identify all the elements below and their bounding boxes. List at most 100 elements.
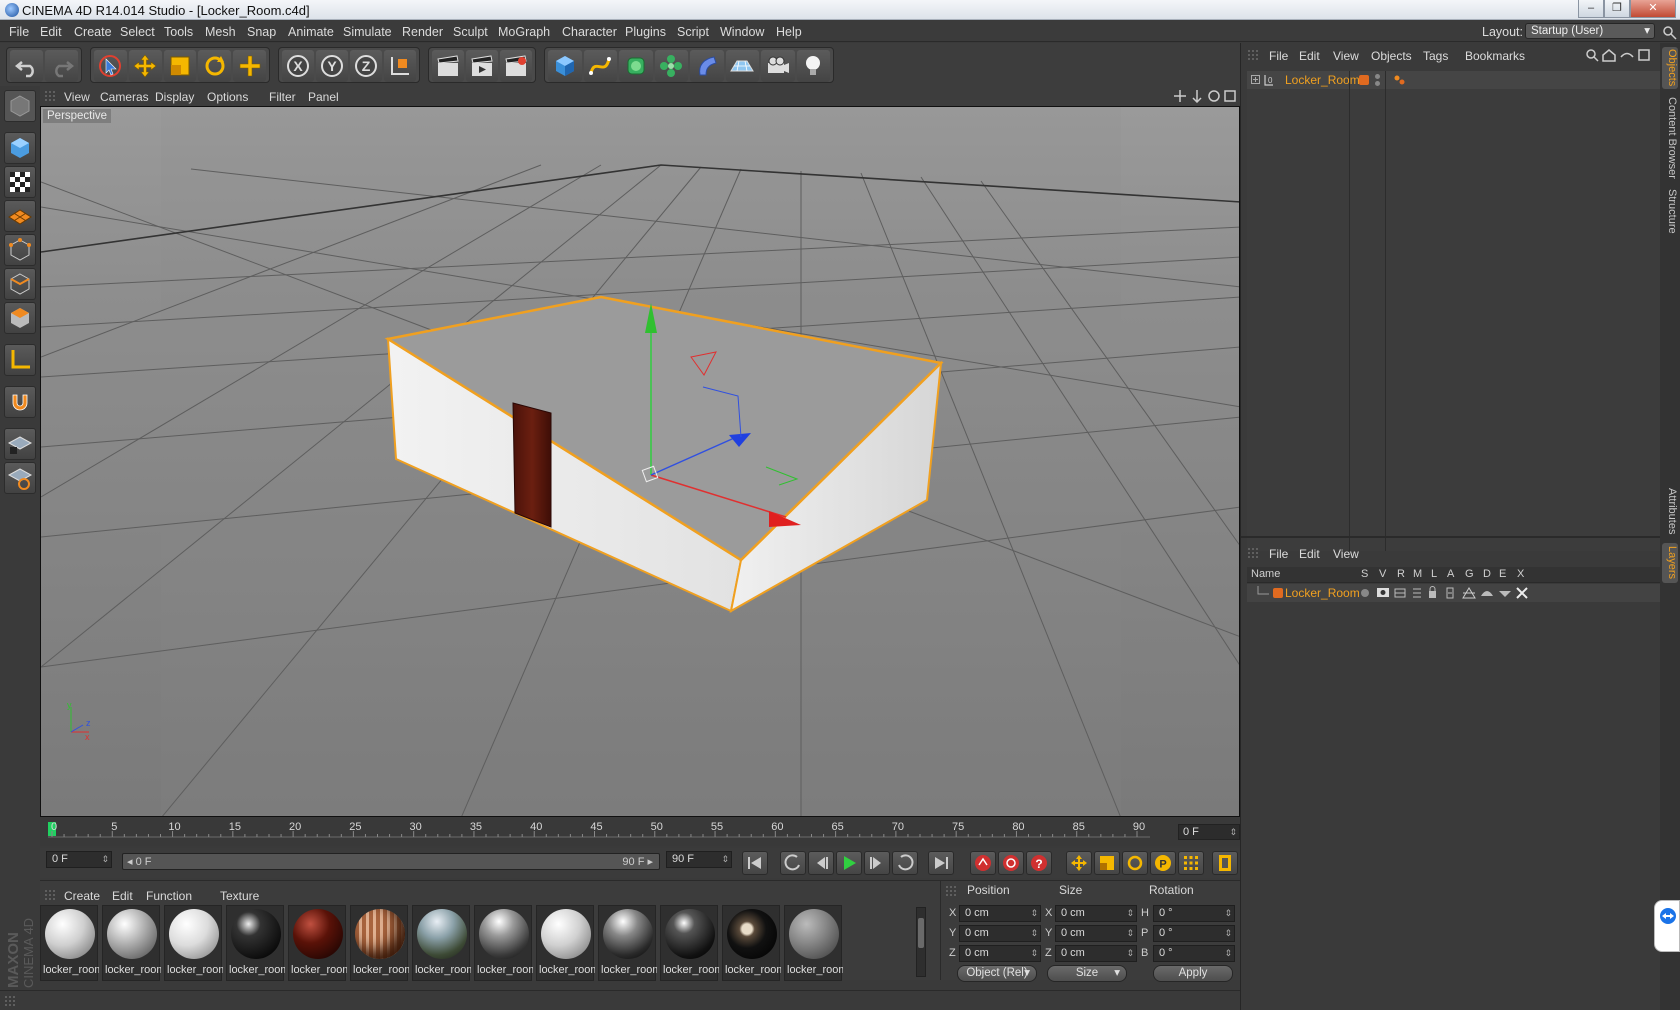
objects-menu-tags[interactable]: Tags <box>1423 49 1448 63</box>
frame-range-slider[interactable]: ◂ 0 F 90 F ▸ <box>122 853 660 870</box>
keyframe-selection-button[interactable]: ? <box>1026 851 1052 875</box>
col-view[interactable]: V <box>1379 568 1386 580</box>
layers-menu-edit[interactable]: Edit <box>1299 547 1320 561</box>
material-panel-grip[interactable] <box>44 889 56 901</box>
material-swatch[interactable]: locker_room <box>598 905 657 981</box>
col-deformers[interactable]: D <box>1483 568 1491 580</box>
material-swatch[interactable]: locker_room <box>226 905 285 981</box>
key-rotation-button[interactable] <box>1122 851 1148 875</box>
size-mode-select[interactable]: Size <box>1047 965 1127 982</box>
layer-name[interactable]: Locker_Room <box>1285 586 1360 600</box>
menu-plugins[interactable]: Plugins <box>625 25 666 39</box>
end-frame-field[interactable]: 90 F <box>666 851 732 868</box>
tab-content-browser[interactable]: Content Browser <box>1662 95 1678 181</box>
key-pla-button[interactable] <box>1178 851 1204 875</box>
start-frame-field[interactable]: 0 F <box>46 851 112 868</box>
render-visibility-dot[interactable] <box>1375 81 1380 86</box>
viewport-menu-cameras[interactable]: Cameras <box>100 90 149 104</box>
coordinate-system-button[interactable] <box>384 50 416 82</box>
tab-objects[interactable]: Objects <box>1662 47 1678 89</box>
undo-button[interactable] <box>10 50 43 82</box>
tab-structure[interactable]: Structure <box>1662 187 1678 235</box>
workplane-rotate-button[interactable] <box>4 462 36 494</box>
redo-button[interactable] <box>45 50 78 82</box>
material-swatch[interactable]: locker_room <box>784 905 843 981</box>
render-settings-button[interactable] <box>500 50 532 82</box>
layers-menu-view[interactable]: View <box>1333 547 1359 561</box>
col-expressions[interactable]: E <box>1499 568 1506 580</box>
polygons-mode-button[interactable] <box>4 302 36 334</box>
next-key-button[interactable] <box>892 851 918 875</box>
viewport-menu-options[interactable]: Options <box>207 90 248 104</box>
material-swatch[interactable]: locker_room <box>164 905 223 981</box>
live-selection-button[interactable] <box>94 50 127 82</box>
col-manager[interactable]: M <box>1413 568 1422 580</box>
material-swatch[interactable]: locker_room <box>722 905 781 981</box>
object-list[interactable]: 0 Locker_Room <box>1247 71 1661 551</box>
viewport-menu-panel[interactable]: Panel <box>308 90 339 104</box>
rotation-h-field[interactable]: 0 ° <box>1153 905 1235 922</box>
material-menu-function[interactable]: Function <box>146 889 192 903</box>
expand-null-icon[interactable]: 0 <box>1251 74 1281 86</box>
layer-toggle-icons[interactable] <box>1359 586 1535 600</box>
position-x-field[interactable]: 0 cm <box>959 905 1041 922</box>
nurbs-button[interactable] <box>619 50 653 82</box>
coords-panel-grip[interactable] <box>945 885 957 897</box>
editor-visibility-dot[interactable] <box>1375 74 1380 79</box>
key-position-button[interactable] <box>1066 851 1092 875</box>
texture-mode-button[interactable] <box>4 166 36 198</box>
material-swatch[interactable]: locker_room <box>288 905 347 981</box>
go-to-start-button[interactable] <box>742 851 768 875</box>
timeline-ruler[interactable]: 0 5 10 15 20 25 30 35 40 45 50 55 60 65 70 75 80 85 90 <box>40 818 1240 846</box>
menu-mograph[interactable]: MoGraph <box>498 25 550 39</box>
objects-menu-objects[interactable]: Objects <box>1371 49 1412 63</box>
axis-mode-button[interactable] <box>4 344 36 376</box>
menu-script[interactable]: Script <box>677 25 709 39</box>
light-button[interactable] <box>796 50 830 82</box>
close-button[interactable]: ✕ <box>1630 0 1676 18</box>
x-axis-lock-button[interactable]: X <box>282 50 314 82</box>
col-solo[interactable]: S <box>1361 568 1368 580</box>
layer-color-swatch[interactable] <box>1273 588 1283 598</box>
timeline-window-button[interactable] <box>1212 851 1238 875</box>
move-tool-button[interactable] <box>128 50 162 82</box>
material-swatch[interactable]: locker_room <box>40 905 99 981</box>
make-editable-button[interactable] <box>4 90 36 122</box>
menu-mesh[interactable]: Mesh <box>205 25 236 39</box>
material-swatch[interactable]: locker_room <box>536 905 595 981</box>
search-icon[interactable] <box>1662 25 1678 41</box>
material-menu-edit[interactable]: Edit <box>112 889 133 903</box>
points-mode-button[interactable] <box>4 234 36 266</box>
teamviewer-badge[interactable] <box>1654 900 1680 952</box>
edges-mode-button[interactable] <box>4 268 36 300</box>
deformer-button[interactable] <box>690 50 724 82</box>
viewport-nav-icons[interactable] <box>1173 89 1237 103</box>
menu-animate[interactable]: Animate <box>288 25 334 39</box>
layer-manager-grip[interactable] <box>1247 547 1259 559</box>
workplane-mode-button[interactable] <box>4 200 36 232</box>
size-x-field[interactable]: 0 cm <box>1055 905 1137 922</box>
col-name[interactable]: Name <box>1251 568 1280 580</box>
menu-select[interactable]: Select <box>120 25 155 39</box>
floor-button[interactable] <box>725 50 759 82</box>
menu-create[interactable]: Create <box>74 25 112 39</box>
position-y-field[interactable]: 0 cm <box>959 925 1041 942</box>
tab-layers[interactable]: Layers <box>1662 543 1678 583</box>
render-picture-viewer-button[interactable] <box>466 50 498 82</box>
menu-tools[interactable]: Tools <box>164 25 193 39</box>
object-manager-grip[interactable] <box>1247 49 1259 61</box>
material-swatch[interactable]: locker_room <box>412 905 471 981</box>
material-menu-texture[interactable]: Texture <box>220 889 259 903</box>
key-parameter-button[interactable]: P <box>1150 851 1176 875</box>
menu-simulate[interactable]: Simulate <box>343 25 392 39</box>
key-scale-button[interactable] <box>1094 851 1120 875</box>
layers-menu-file[interactable]: File <box>1269 547 1288 561</box>
maximize-button[interactable]: ❐ <box>1604 0 1630 18</box>
viewport-menu-view[interactable]: View <box>64 90 90 104</box>
minimize-button[interactable]: – <box>1578 0 1604 18</box>
rotation-b-field[interactable]: 0 ° <box>1153 945 1235 962</box>
panel-grip[interactable] <box>44 90 56 102</box>
coordinate-mode-select[interactable]: Object (Rel) <box>957 965 1037 982</box>
material-scrollbar[interactable] <box>916 907 926 977</box>
objects-menu-bookmarks[interactable]: Bookmarks <box>1465 49 1525 63</box>
